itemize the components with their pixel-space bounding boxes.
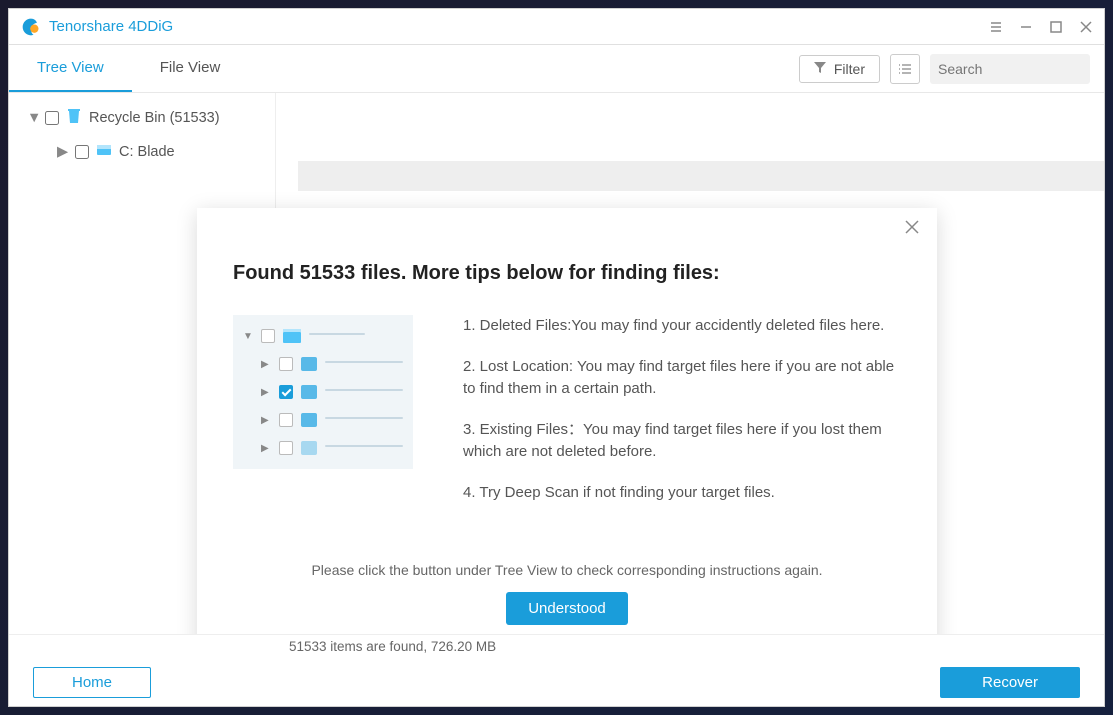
recycle-bin-checkbox[interactable] [45,111,59,125]
search-box[interactable] [930,54,1090,84]
tree-item-recycle-bin[interactable]: ▼ Recycle Bin (51533) [9,101,275,135]
drive-icon [95,141,113,163]
app-window: Tenorshare 4DDiG Tree View File View [8,8,1105,707]
app-title: Tenorshare 4DDiG [49,18,173,35]
titlebar-left: Tenorshare 4DDiG [21,17,173,37]
tree-illustration: ▼ ▶ ▶ [233,315,413,469]
menu-button[interactable] [982,13,1010,41]
app-logo-icon [21,17,41,37]
home-button[interactable]: Home [33,667,151,698]
drive-c-checkbox[interactable] [75,145,89,159]
tips-modal: Found 51533 files. More tips below for f… [197,208,937,634]
titlebar: Tenorshare 4DDiG [9,9,1104,45]
modal-close-button[interactable] [905,220,919,237]
trash-icon [65,107,83,129]
understood-button[interactable]: Understood [506,592,628,625]
close-button[interactable] [1072,13,1100,41]
tip-4: 4. Try Deep Scan if not finding your tar… [463,482,901,505]
maximize-button[interactable] [1042,13,1070,41]
tree-item-drive-c[interactable]: ▶ C: Blade [9,135,275,169]
filter-icon [814,61,826,77]
tree-label: Recycle Bin (51533) [89,110,220,126]
chevron-right-icon: ▶ [57,144,69,160]
tip-2: 2. Lost Location: You may find target fi… [463,356,901,401]
list-view-button[interactable] [890,54,920,84]
footer-bar: Home Recover [9,658,1104,706]
view-tabs: Tree View File View [9,45,248,92]
modal-footer: Please click the button under Tree View … [233,562,901,625]
content-header-bar [298,161,1104,191]
filter-label: Filter [834,61,865,77]
tip-3: 3. Existing Files：You may find target fi… [463,419,901,464]
tip-1: 1. Deleted Files:You may find your accid… [463,315,901,338]
status-bar: 51533 items are found, 726.20 MB [9,634,1104,658]
tab-tree-view[interactable]: Tree View [9,45,132,92]
chevron-down-icon: ▼ [27,110,39,126]
tree-label: C: Blade [119,144,175,160]
filter-button[interactable]: Filter [799,55,880,83]
recover-button[interactable]: Recover [940,667,1080,698]
window-controls [982,13,1100,41]
toolbar-right: Filter [799,54,1090,84]
search-input[interactable] [938,61,1113,77]
tab-file-view[interactable]: File View [132,45,249,92]
toolbar: Tree View File View Filter [9,45,1104,93]
status-text: 51533 items are found, 726.20 MB [289,639,496,654]
main-area: ▼ Recycle Bin (51533) ▶ C: Blade [9,93,1104,634]
modal-body: ▼ ▶ ▶ [233,315,901,522]
minimize-button[interactable] [1012,13,1040,41]
modal-hint: Please click the button under Tree View … [233,562,901,578]
tips-text: 1. Deleted Files:You may find your accid… [463,315,901,522]
modal-title: Found 51533 files. More tips below for f… [233,262,901,285]
